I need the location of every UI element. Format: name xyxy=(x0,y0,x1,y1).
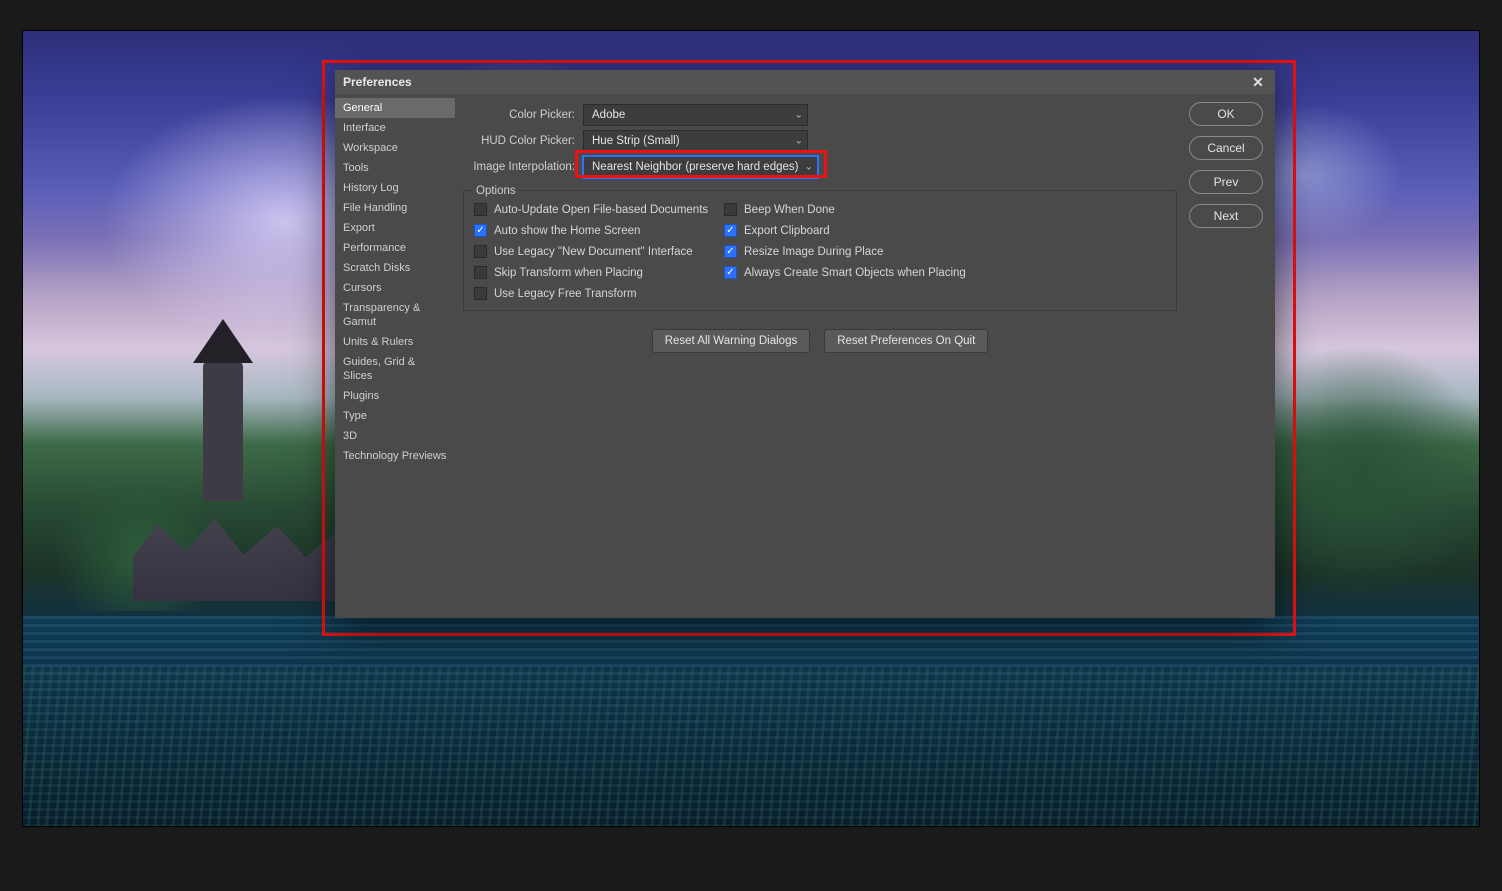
select-color-picker[interactable]: Adobe ⌄ xyxy=(583,104,808,126)
checkbox-icon xyxy=(724,203,737,216)
sidebar-item-interface[interactable]: Interface xyxy=(335,118,455,138)
sidebar-item-transparency-gamut[interactable]: Transparency & Gamut xyxy=(335,298,455,332)
options-group: Options Auto-Update Open File-based Docu… xyxy=(463,190,1177,311)
label-image-interpolation: Image Interpolation: xyxy=(463,161,575,173)
prev-button[interactable]: Prev xyxy=(1189,170,1263,194)
dialog-action-buttons: OK Cancel Prev Next xyxy=(1189,94,1275,618)
checkbox-icon xyxy=(474,224,487,237)
option-skip-transform-when-placing[interactable]: Skip Transform when Placing xyxy=(474,266,724,279)
sidebar-item-general[interactable]: General xyxy=(335,98,455,118)
chevron-down-icon: ⌄ xyxy=(805,162,813,173)
checkbox-icon xyxy=(724,245,737,258)
sidebar-item-units-rulers[interactable]: Units & Rulers xyxy=(335,332,455,352)
checkbox-icon xyxy=(724,224,737,237)
preferences-sidebar: GeneralInterfaceWorkspaceToolsHistory Lo… xyxy=(335,94,455,618)
reset-preferences-on-quit-button[interactable]: Reset Preferences On Quit xyxy=(824,329,988,353)
chevron-down-icon: ⌄ xyxy=(795,136,803,147)
select-hud-color-picker-value: Hue Strip (Small) xyxy=(592,135,680,147)
cancel-button[interactable]: Cancel xyxy=(1189,136,1263,160)
option-auto-update-open-file-based-documents[interactable]: Auto-Update Open File-based Documents xyxy=(474,203,724,216)
sidebar-item-guides-grid-slices[interactable]: Guides, Grid & Slices xyxy=(335,352,455,386)
option-label: Beep When Done xyxy=(744,204,835,216)
select-hud-color-picker[interactable]: Hue Strip (Small) ⌄ xyxy=(583,130,808,152)
dialog-titlebar[interactable]: Preferences ✕ xyxy=(335,70,1275,94)
preferences-panel-general: Color Picker: Adobe ⌄ HUD Color Picker: … xyxy=(455,94,1189,618)
reset-warning-dialogs-button[interactable]: Reset All Warning Dialogs xyxy=(652,329,811,353)
sidebar-item-type[interactable]: Type xyxy=(335,406,455,426)
checkbox-icon xyxy=(474,245,487,258)
option-always-create-smart-objects-when-placing[interactable]: Always Create Smart Objects when Placing xyxy=(724,266,1166,279)
sidebar-item-tools[interactable]: Tools xyxy=(335,158,455,178)
sidebar-item-technology-previews[interactable]: Technology Previews xyxy=(335,446,455,466)
ok-button[interactable]: OK xyxy=(1189,102,1263,126)
checkbox-icon xyxy=(474,287,487,300)
dialog-title: Preferences xyxy=(343,75,412,89)
option-resize-image-during-place[interactable]: Resize Image During Place xyxy=(724,245,1166,258)
select-image-interpolation[interactable]: Nearest Neighbor (preserve hard edges) ⌄ xyxy=(583,156,818,178)
close-icon[interactable]: ✕ xyxy=(1249,73,1267,91)
option-label: Use Legacy "New Document" Interface xyxy=(494,246,693,258)
option-label: Auto-Update Open File-based Documents xyxy=(494,204,708,216)
option-label: Skip Transform when Placing xyxy=(494,267,643,279)
option-use-legacy-free-transform[interactable]: Use Legacy Free Transform xyxy=(474,287,724,300)
option-label: Resize Image During Place xyxy=(744,246,883,258)
option-label: Always Create Smart Objects when Placing xyxy=(744,267,966,279)
sidebar-item-file-handling[interactable]: File Handling xyxy=(335,198,455,218)
option-label: Use Legacy Free Transform xyxy=(494,288,637,300)
sidebar-item-history-log[interactable]: History Log xyxy=(335,178,455,198)
chevron-down-icon: ⌄ xyxy=(795,110,803,121)
next-button[interactable]: Next xyxy=(1189,204,1263,228)
sidebar-item-export[interactable]: Export xyxy=(335,218,455,238)
sidebar-item-3d[interactable]: 3D xyxy=(335,426,455,446)
select-image-interpolation-value: Nearest Neighbor (preserve hard edges) xyxy=(592,161,798,173)
bg-reeds xyxy=(23,666,1479,826)
option-export-clipboard[interactable]: Export Clipboard xyxy=(724,224,1166,237)
sidebar-item-plugins[interactable]: Plugins xyxy=(335,386,455,406)
label-color-picker: Color Picker: xyxy=(463,109,575,121)
checkbox-icon xyxy=(474,203,487,216)
sidebar-item-performance[interactable]: Performance xyxy=(335,238,455,258)
option-auto-show-the-home-screen[interactable]: Auto show the Home Screen xyxy=(474,224,724,237)
checkbox-icon xyxy=(474,266,487,279)
options-legend: Options xyxy=(472,185,520,197)
option-use-legacy-new-document-interface[interactable]: Use Legacy "New Document" Interface xyxy=(474,245,724,258)
bg-tower xyxy=(203,361,243,501)
checkbox-icon xyxy=(724,266,737,279)
sidebar-item-workspace[interactable]: Workspace xyxy=(335,138,455,158)
option-beep-when-done[interactable]: Beep When Done xyxy=(724,203,1166,216)
label-hud-color-picker: HUD Color Picker: xyxy=(463,135,575,147)
option-label: Auto show the Home Screen xyxy=(494,225,640,237)
sidebar-item-scratch-disks[interactable]: Scratch Disks xyxy=(335,258,455,278)
sidebar-item-cursors[interactable]: Cursors xyxy=(335,278,455,298)
option-label: Export Clipboard xyxy=(744,225,830,237)
preferences-dialog: Preferences ✕ GeneralInterfaceWorkspaceT… xyxy=(335,70,1275,618)
select-color-picker-value: Adobe xyxy=(592,109,625,121)
